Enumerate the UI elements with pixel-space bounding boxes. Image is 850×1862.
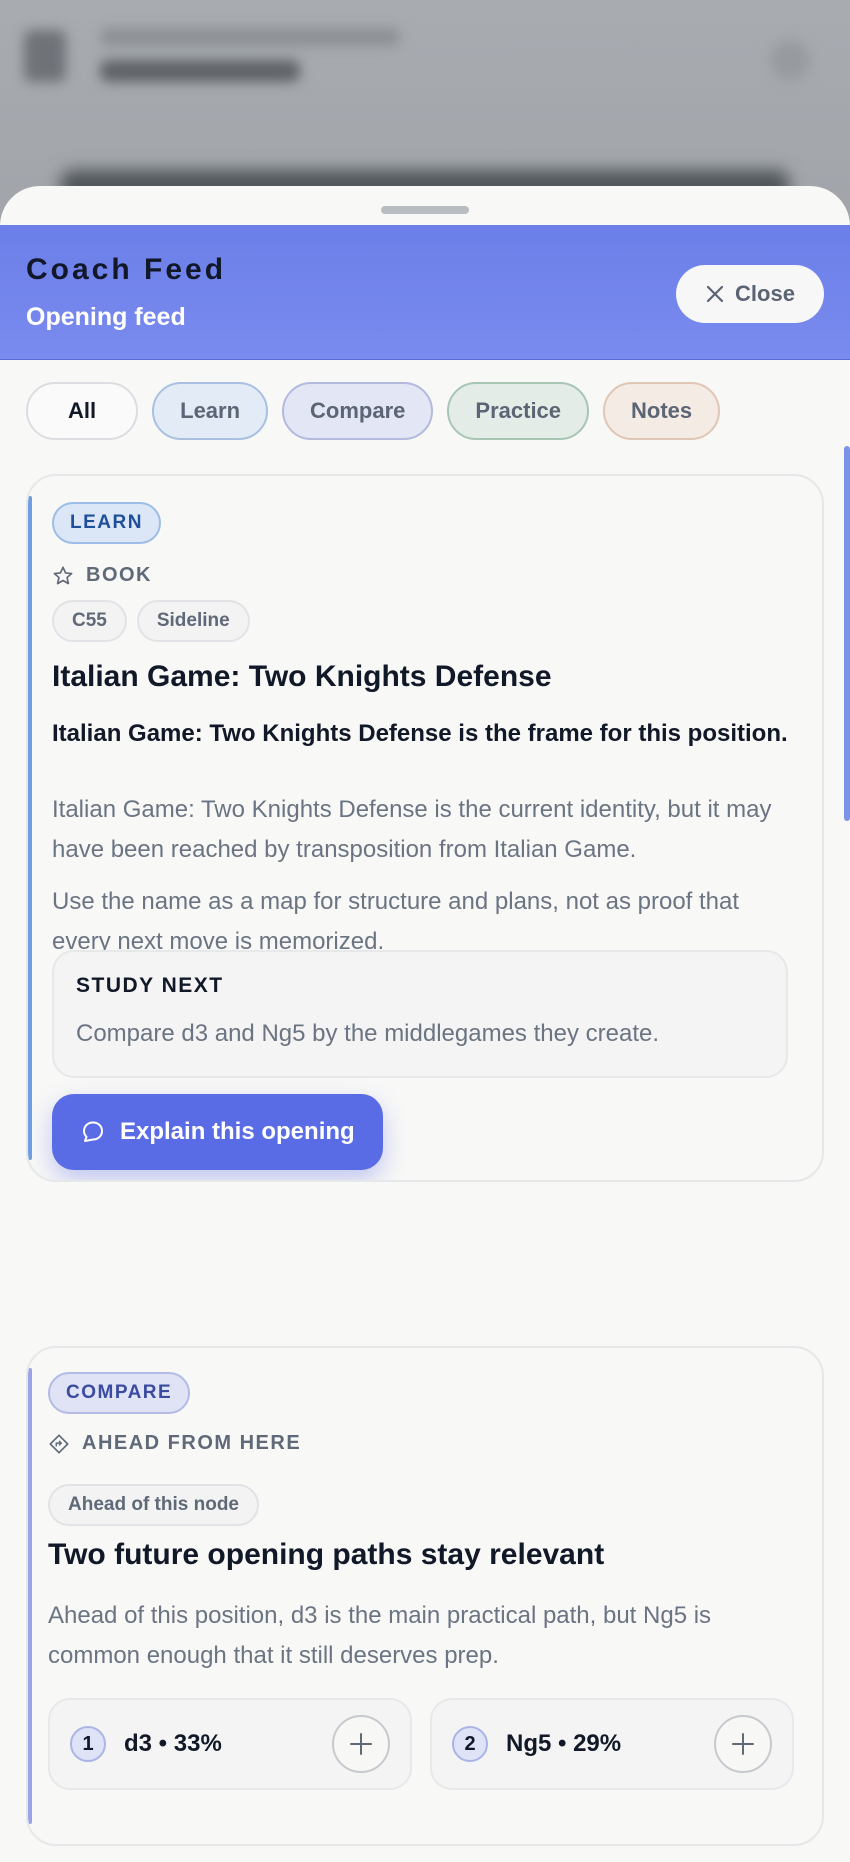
close-label: Close [735,281,795,306]
filter-practice[interactable]: Practice [447,382,590,440]
study-next-text: Compare d3 and Ng5 by the middlegames th… [76,1020,659,1047]
add-path-button[interactable] [714,1715,772,1773]
card-accent [28,496,32,1160]
meta-label: AHEAD FROM HERE [82,1432,302,1454]
path-option[interactable]: 2 Ng5 • 29% [430,1698,794,1790]
filter-all[interactable]: All [26,382,139,440]
path-option[interactable]: 1 d3 • 33% [48,1698,412,1790]
filter-compare[interactable]: Compare [282,382,434,440]
card-title: Two future opening paths stay relevant [48,1538,605,1571]
drag-handle[interactable] [381,206,469,214]
card-lead: Italian Game: Two Knights Defense is the… [52,720,788,747]
explain-label: Explain this opening [120,1118,355,1145]
add-path-button[interactable] [332,1715,390,1773]
path-label: d3 • 33% [124,1730,222,1757]
background-icon [770,40,810,80]
sheet-title: Coach Feed [26,253,227,286]
learn-card: LEARN BOOK C55 Sideline Italian Game: Tw… [26,474,824,1182]
study-next-title: STUDY NEXT [76,974,224,997]
plus-icon [732,1733,754,1755]
compare-tag: COMPARE [48,1372,191,1414]
background-logo [24,30,66,82]
route-icon [49,1433,69,1454]
explain-opening-button[interactable]: Explain this opening [52,1094,383,1170]
card-meta: BOOK [52,564,152,587]
context-pill: Ahead of this node [48,1484,259,1526]
card-paragraph: Ahead of this position, d3 is the main p… [48,1602,712,1669]
filter-notes[interactable]: Notes [603,382,721,440]
card-title: Italian Game: Two Knights Defense [52,660,552,693]
study-next-box: STUDY NEXT Compare d3 and Ng5 by the mid… [52,950,788,1078]
card-paragraph: Italian Game: Two Knights Defense is the… [52,796,772,863]
meta-label: BOOK [86,564,152,586]
path-rank: 1 [70,1726,106,1762]
background-text [100,28,400,46]
card-meta: AHEAD FROM HERE [48,1432,301,1455]
filter-learn[interactable]: Learn [152,382,269,440]
eco-pill: C55 [52,600,127,642]
filter-bar: All Learn Compare Practice Notes [26,382,721,440]
close-button[interactable]: Close [676,265,824,323]
sheet-subtitle: Opening feed [26,303,186,331]
compare-card: COMPARE AHEAD FROM HERE Ahead of this no… [26,1346,824,1846]
path-label: Ng5 • 29% [506,1730,622,1757]
star-icon [53,565,73,584]
path-rank: 2 [452,1726,488,1762]
scrollbar[interactable] [844,446,850,821]
coach-feed-sheet: Coach Feed Opening feed Close All Learn … [0,186,850,1862]
learn-tag: LEARN [52,502,161,544]
plus-icon [350,1733,372,1755]
close-icon [706,285,724,303]
variation-pill: Sideline [136,600,250,642]
background-text [100,60,300,82]
sheet-header: Coach Feed Opening feed Close [0,225,850,360]
card-accent [28,1368,32,1824]
chat-icon [83,1121,103,1142]
